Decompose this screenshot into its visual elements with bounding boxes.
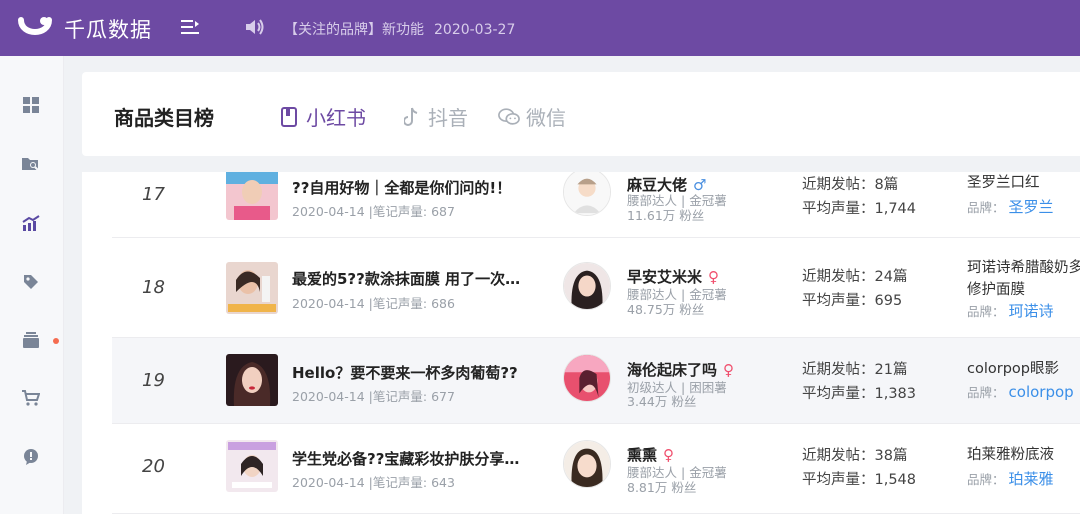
layers-icon[interactable] (20, 329, 42, 351)
product-name[interactable]: 珀莱雅粉底液 (967, 444, 1054, 466)
recent-posts: 近期发帖：8篇 (802, 177, 899, 193)
cart-icon[interactable] (20, 387, 42, 409)
avg-volume: 平均声量：695 (802, 293, 903, 309)
product-name[interactable]: 圣罗兰口红 (967, 172, 1040, 194)
note-title[interactable]: 学生党必备??宝藏彩妆护肤分享… (292, 448, 519, 469)
kol-fans: 3.44万 粉丝 (627, 394, 697, 409)
rank-number: 17 (142, 184, 165, 205)
brand-link[interactable]: 珀莱雅 (1009, 470, 1054, 488)
note-thumbnail[interactable] (226, 172, 278, 220)
note-title[interactable]: 最爱的5??款涂抹面膜 用了一次… (292, 268, 520, 289)
avg-volume: 平均声量：1,548 (802, 472, 917, 488)
female-icon: ♀ (723, 360, 735, 379)
kol-fans: 8.81万 粉丝 (627, 480, 697, 495)
brand-line: 品牌： 珀莱雅 (967, 470, 1054, 488)
brand-name[interactable]: 千瓜数据 (64, 14, 152, 44)
sidebar (0, 56, 64, 514)
book-icon (278, 106, 300, 128)
note-thumbnail[interactable] (226, 262, 278, 314)
female-icon: ♀ (663, 445, 675, 464)
female-icon: ♀ (708, 267, 720, 286)
brand-line: 品牌： colorpop (967, 383, 1074, 401)
kol-level: 初级达人 | 困困薯 (627, 380, 727, 395)
notification-dot (53, 338, 59, 344)
announcement-text: 【关注的品牌】新功能 (284, 22, 424, 38)
tab-douyin[interactable]: 抖音 (400, 102, 468, 131)
dashboard-grid-icon[interactable] (20, 94, 42, 116)
note-thumbnail[interactable] (226, 354, 278, 406)
kol-nickname[interactable]: 熏熏 ♀ (627, 444, 674, 465)
note-thumbnail[interactable] (226, 440, 278, 492)
kol-level: 腰部达人 | 金冠薯 (627, 193, 727, 208)
kol-nickname[interactable]: 早安艾米米 ♀ (627, 266, 719, 287)
menu-collapse-icon[interactable] (180, 18, 200, 36)
kol-level: 腰部达人 | 金冠薯 (627, 465, 727, 480)
table-row[interactable]: 17 ??自用好物｜全都是你们问的!！ 2020-04-14 |笔记声量: 68… (112, 172, 1080, 238)
rank-number: 20 (142, 456, 165, 477)
rank-number: 18 (142, 277, 165, 298)
note-title[interactable]: Hello？要不要来一杯多肉葡萄?? (292, 362, 518, 383)
recent-posts: 近期发帖：24篇 (802, 269, 908, 285)
recent-posts: 近期发帖：21篇 (802, 362, 908, 378)
announcement-date: 2020-03-27 (434, 22, 516, 38)
kol-fans: 11.61万 粉丝 (627, 208, 705, 223)
kol-avatar[interactable] (563, 172, 611, 216)
trend-chart-icon[interactable] (20, 212, 42, 234)
male-icon: ♂ (693, 175, 707, 194)
rank-number: 19 (142, 370, 165, 391)
avg-volume: 平均声量：1,744 (802, 201, 917, 217)
announcement[interactable]: 【关注的品牌】新功能 2020-03-27 (284, 19, 515, 39)
tab-label: 小红书 (306, 106, 366, 130)
avg-volume: 平均声量：1,383 (802, 386, 917, 402)
note-meta: 2020-04-14 |笔记声量: 686 (292, 296, 455, 311)
kol-avatar[interactable] (563, 262, 611, 310)
kol-avatar[interactable] (563, 354, 611, 402)
product-name[interactable]: 珂诺诗希腊酸奶多 修护面膜 (967, 257, 1080, 301)
tab-label: 抖音 (428, 106, 468, 130)
note-meta: 2020-04-14 |笔记声量: 677 (292, 389, 455, 404)
brand-line: 品牌： 圣罗兰 (967, 198, 1054, 216)
note-meta: 2020-04-14 |笔记声量: 643 (292, 475, 455, 490)
table-row[interactable]: 20 学生党必备??宝藏彩妆护肤分享… 2020-04-14 |笔记声量: 64… (112, 424, 1080, 514)
tab-xiaohongshu[interactable]: 小红书 (278, 102, 366, 131)
note-meta: 2020-04-14 |笔记声量: 687 (292, 204, 455, 219)
recent-posts: 近期发帖：38篇 (802, 448, 908, 464)
page-title: 商品类目榜 (114, 106, 214, 130)
brand-link[interactable]: colorpop (1009, 383, 1074, 401)
top-bar: 千瓜数据 【关注的品牌】新功能 2020-03-27 (0, 0, 1080, 56)
kol-avatar[interactable] (563, 440, 611, 488)
music-note-icon (400, 106, 422, 128)
brand-line: 品牌： 珂诺诗 (967, 302, 1054, 320)
brand-link[interactable]: 珂诺诗 (1009, 302, 1054, 320)
tag-icon[interactable] (20, 271, 42, 293)
kol-nickname[interactable]: 海伦起床了吗 ♀ (627, 359, 734, 380)
chat-bubble-icon[interactable] (20, 446, 42, 468)
brand-link[interactable]: 圣罗兰 (1009, 198, 1054, 216)
wechat-icon (498, 106, 520, 128)
folder-search-icon[interactable] (20, 153, 42, 175)
tab-wechat[interactable]: 微信 (498, 102, 566, 131)
tab-label: 微信 (526, 106, 566, 130)
ranking-list: 17 ??自用好物｜全都是你们问的!！ 2020-04-14 |笔记声量: 68… (82, 172, 1080, 514)
speaker-icon (246, 19, 264, 35)
kol-nickname[interactable]: 麻豆大佬 ♂ (627, 174, 706, 195)
product-name[interactable]: colorpop眼影 (967, 358, 1059, 380)
qiangua-logo-icon[interactable] (18, 12, 52, 44)
note-title[interactable]: ??自用好物｜全都是你们问的!！ (292, 177, 511, 198)
ranking-header: 商品类目榜 小红书 抖音 微信 (82, 72, 1080, 156)
table-row[interactable]: 19 Hello？要不要来一杯多肉葡萄?? 2020-04-14 |笔记声量: … (112, 338, 1080, 424)
table-row[interactable]: 18 最爱的5??款涂抹面膜 用了一次… 2020-04-14 |笔记声量: 6… (112, 238, 1080, 338)
kol-fans: 48.75万 粉丝 (627, 302, 705, 317)
kol-level: 腰部达人 | 金冠薯 (627, 287, 727, 302)
